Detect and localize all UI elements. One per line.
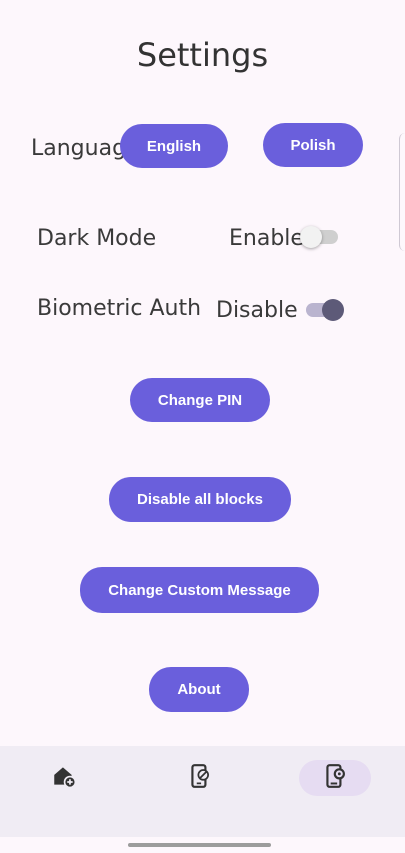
toggle-knob: [322, 299, 344, 321]
toggle-knob: [300, 226, 322, 248]
page-title: Settings: [136, 36, 269, 74]
dark-mode-toggle[interactable]: [300, 226, 338, 248]
english-button[interactable]: English: [120, 124, 228, 168]
disable-all-blocks-button[interactable]: Disable all blocks: [109, 477, 291, 522]
home-indicator[interactable]: [128, 843, 271, 847]
biometric-auth-label: Biometric Auth: [37, 296, 202, 321]
nav-item-blocks[interactable]: [164, 760, 236, 796]
biometric-state-text: Disable: [216, 298, 298, 323]
change-custom-message-button[interactable]: Change Custom Message: [80, 567, 319, 613]
scrollbar-edge[interactable]: [399, 133, 405, 251]
biometric-toggle[interactable]: [306, 299, 344, 321]
nav-item-home[interactable]: [28, 760, 100, 796]
phone-block-icon: [187, 763, 213, 793]
dark-mode-state-text: Enable: [229, 226, 304, 251]
phone-settings-icon: [322, 763, 348, 793]
nav-item-settings[interactable]: [299, 760, 371, 796]
home-add-icon: [51, 763, 77, 793]
dark-mode-label: Dark Mode: [37, 226, 157, 251]
about-button[interactable]: About: [149, 667, 249, 712]
change-pin-button[interactable]: Change PIN: [130, 378, 270, 422]
polish-button[interactable]: Polish: [263, 123, 363, 167]
bottom-navigation: [0, 746, 405, 837]
